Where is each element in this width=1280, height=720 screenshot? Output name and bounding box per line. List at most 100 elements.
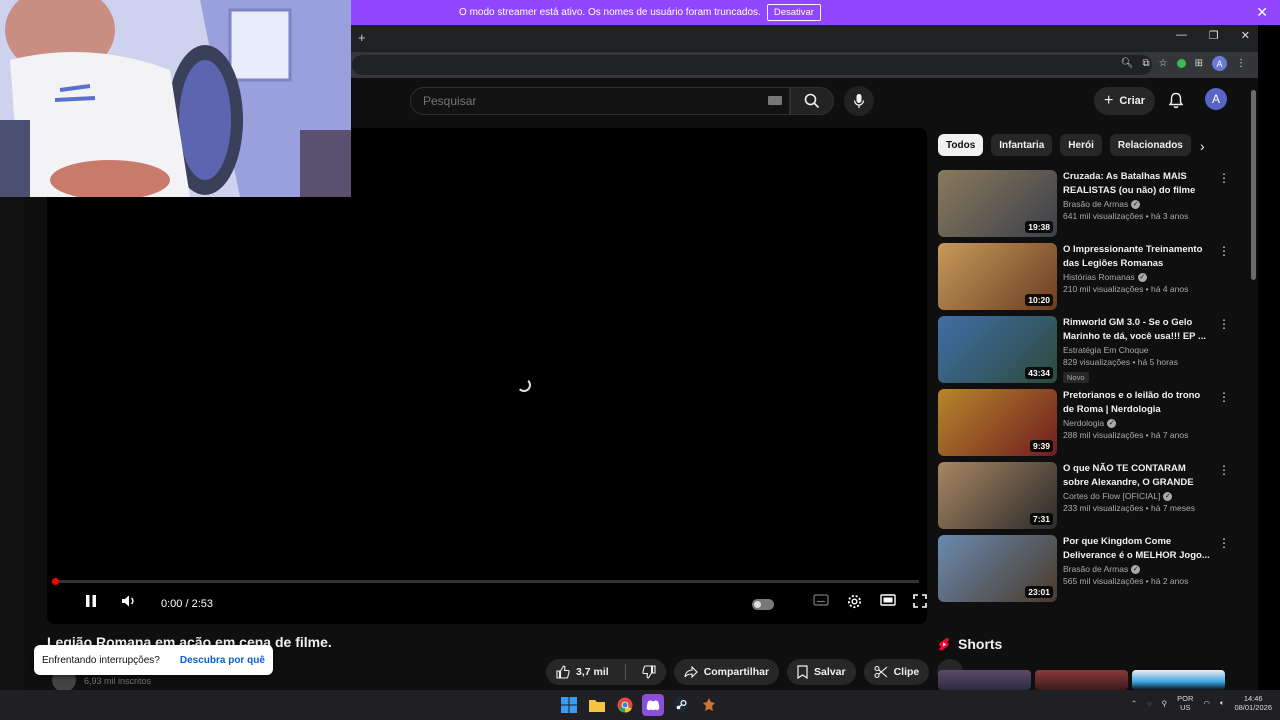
dislike-button[interactable] xyxy=(632,659,666,685)
recommendation-title[interactable]: Rimworld GM 3.0 - Se o Gelo Marinho te d… xyxy=(1063,316,1211,343)
more-vert-icon[interactable]: ⋮ xyxy=(1218,318,1230,330)
recommendation-channel[interactable]: Histórias Romanas ✓ xyxy=(1063,272,1211,282)
speaker-icon[interactable]: 🔈︎ xyxy=(1220,698,1225,708)
channel-name: Brasão de Armas xyxy=(1063,564,1129,574)
share-button[interactable]: Compartilhar xyxy=(673,659,780,685)
close-icon[interactable]: ✕ xyxy=(1256,4,1268,21)
discord-icon[interactable] xyxy=(642,694,664,716)
recommendation-item[interactable]: 9:39 Pretorianos e o leilão do trono de R… xyxy=(938,389,1230,462)
wifi-icon[interactable]: ◠ xyxy=(1203,699,1210,708)
video-thumbnail[interactable]: 10:20 xyxy=(938,243,1057,310)
deactivate-streamer-button[interactable]: Desativar xyxy=(766,4,821,21)
steam-icon[interactable] xyxy=(670,694,692,716)
search-button[interactable] xyxy=(790,87,834,115)
pin-tray-icon[interactable]: ⚲ xyxy=(1162,699,1168,708)
duration-badge: 43:34 xyxy=(1025,367,1053,379)
more-vert-icon[interactable]: ⋮ xyxy=(1218,245,1230,257)
browser-menu-icon[interactable]: ⋮ xyxy=(1236,58,1246,69)
address-bar[interactable] xyxy=(352,55,1152,75)
chip-infantaria[interactable]: Infantaria xyxy=(991,134,1053,156)
like-button[interactable]: 3,7 mil xyxy=(546,659,619,685)
duration-badge: 23:01 xyxy=(1025,586,1053,598)
video-thumbnail[interactable]: 19:38 xyxy=(938,170,1057,237)
recommendation-item[interactable]: 23:01 Por que Kingdom Come Deliverance é … xyxy=(938,535,1230,608)
voice-search-button[interactable] xyxy=(844,86,874,116)
windows-start-icon[interactable] xyxy=(558,694,580,716)
scrollbar-thumb[interactable] xyxy=(1251,90,1256,280)
recommendation-channel[interactable]: Cortes do Flow [OFICIAL] ✓ xyxy=(1063,491,1211,501)
fullscreen-button[interactable] xyxy=(913,594,927,608)
save-button[interactable]: Salvar xyxy=(787,659,856,685)
video-thumbnail[interactable]: 43:34 xyxy=(938,316,1057,383)
share-label: Compartilhar xyxy=(703,666,770,678)
extension-icon[interactable] xyxy=(1176,59,1186,68)
more-vert-icon[interactable]: ⋮ xyxy=(1218,391,1230,403)
video-thumbnail[interactable]: 7:31 xyxy=(938,462,1057,529)
recommendation-channel[interactable]: Brasão de Armas ✓ xyxy=(1063,199,1211,209)
chip-heroi[interactable]: Herói xyxy=(1060,134,1102,156)
recommendation-title[interactable]: O que NÃO TE CONTARAM sobre Alexandre, O… xyxy=(1063,462,1211,489)
autoplay-toggle[interactable] xyxy=(752,599,774,610)
clock[interactable]: 14:46 08/01/2026 xyxy=(1234,694,1272,712)
video-thumbnail[interactable]: 9:39 xyxy=(938,389,1057,456)
progress-bar[interactable] xyxy=(52,578,919,585)
chevron-up-icon[interactable]: ⌃ xyxy=(1131,699,1137,708)
keyboard-icon[interactable] xyxy=(768,96,782,105)
streamer-banner-message: O modo streamer está ativo. Os nomes de … xyxy=(459,7,761,18)
minimize-icon[interactable]: — xyxy=(1176,29,1187,42)
more-vert-icon[interactable]: ⋮ xyxy=(1218,464,1230,476)
video-thumbnail[interactable]: 23:01 xyxy=(938,535,1057,602)
short-card[interactable] xyxy=(938,670,1031,690)
window-controls: — ❐ ✕ xyxy=(1176,29,1250,42)
recommendation-title[interactable]: Cruzada: As Batalhas MAIS REALISTAS (ou … xyxy=(1063,170,1211,197)
short-card[interactable] xyxy=(1132,670,1225,690)
maximize-icon[interactable]: ❐ xyxy=(1209,29,1219,42)
short-card[interactable] xyxy=(1035,670,1128,690)
browser-profile-avatar[interactable]: A xyxy=(1212,56,1227,71)
shorts-title: Shorts xyxy=(958,636,1003,652)
progress-scrubber[interactable] xyxy=(52,578,59,585)
pause-button[interactable] xyxy=(85,594,97,608)
page-scrollbar[interactable] xyxy=(1249,78,1258,690)
video-player[interactable]: 0:00 / 2:53 xyxy=(47,128,927,624)
zoom-icon[interactable]: 🔍︎ xyxy=(1121,58,1134,69)
settings-button[interactable] xyxy=(847,594,862,609)
subtitles-button[interactable] xyxy=(813,594,829,606)
more-vert-icon[interactable]: ⋮ xyxy=(1218,172,1230,184)
duration-badge: 7:31 xyxy=(1029,513,1053,525)
extensions-puzzle-icon[interactable]: ⊞ xyxy=(1195,58,1203,69)
recommendation-item[interactable]: 10:20 O Impressionante Treinamento das Le… xyxy=(938,243,1230,316)
recommendation-item[interactable]: 19:38 Cruzada: As Batalhas MAIS REALISTAS… xyxy=(938,170,1230,243)
notifications-button[interactable] xyxy=(1164,88,1188,112)
new-tab-button[interactable]: + xyxy=(358,30,366,45)
cast-icon[interactable]: ⧉ xyxy=(1143,58,1150,69)
clip-button[interactable]: Clipe xyxy=(863,659,930,685)
create-button[interactable]: + Criar xyxy=(1094,87,1156,115)
chevron-right-icon[interactable]: › xyxy=(1200,138,1205,154)
recommendation-channel[interactable]: Brasão de Armas ✓ xyxy=(1063,564,1211,574)
chrome-icon[interactable] xyxy=(614,694,636,716)
file-explorer-icon[interactable] xyxy=(586,694,608,716)
toast-learn-more-link[interactable]: Descubra por quê xyxy=(180,655,265,666)
recommendation-channel[interactable]: Estratégia Em Choque xyxy=(1063,345,1211,355)
more-vert-icon[interactable]: ⋮ xyxy=(1218,537,1230,549)
chip-todos[interactable]: Todos xyxy=(938,134,984,156)
game-app-icon[interactable] xyxy=(698,694,720,716)
recommendation-title[interactable]: O Impressionante Treinamento das Legiões… xyxy=(1063,243,1211,270)
volume-button[interactable] xyxy=(121,594,137,608)
bookmark-star-icon[interactable]: ☆ xyxy=(1159,58,1168,69)
recommendation-title[interactable]: Pretorianos e o leilão do trono de Roma … xyxy=(1063,389,1211,416)
recommendation-item[interactable]: 43:34 Rimworld GM 3.0 - Se o Gelo Marinho… xyxy=(938,316,1230,389)
interruption-toast: Enfrentando interrupções? Descubra por q… xyxy=(34,645,273,675)
theater-mode-button[interactable] xyxy=(880,594,896,606)
recommendation-channel[interactable]: Nerdologia ✓ xyxy=(1063,418,1211,428)
account-avatar[interactable]: A xyxy=(1205,88,1227,110)
chip-relacionados[interactable]: Relacionados xyxy=(1109,134,1191,156)
close-window-icon[interactable]: ✕ xyxy=(1241,29,1250,42)
search-input[interactable] xyxy=(411,88,741,114)
network-tray-icon[interactable]: ◌ xyxy=(1147,699,1151,708)
verified-check-icon: ✓ xyxy=(1131,199,1141,209)
language-indicator[interactable]: POR US xyxy=(1177,694,1193,712)
recommendation-item[interactable]: 7:31 O que NÃO TE CONTARAM sobre Alexandr… xyxy=(938,462,1230,535)
recommendation-title[interactable]: Por que Kingdom Come Deliverance é o MEL… xyxy=(1063,535,1211,562)
